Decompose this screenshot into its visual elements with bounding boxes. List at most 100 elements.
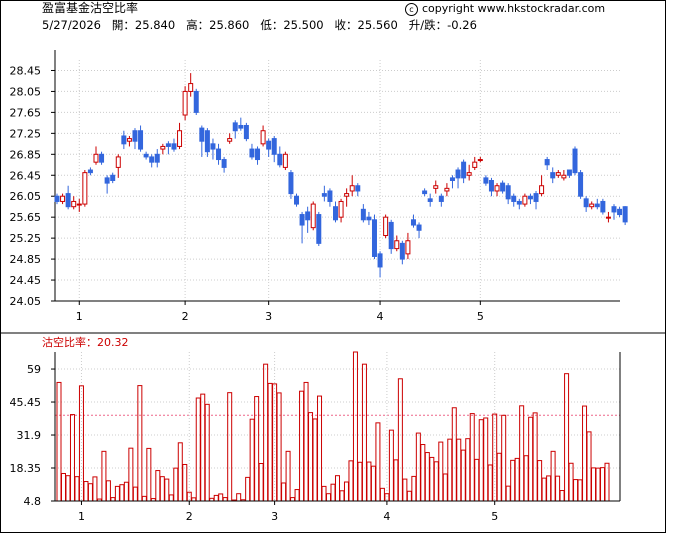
ratio-bar bbox=[397, 378, 403, 502]
candle-body bbox=[232, 122, 238, 132]
candle-body bbox=[333, 206, 338, 221]
candle-body bbox=[533, 193, 539, 202]
ratio-bar bbox=[600, 467, 606, 502]
candle-body bbox=[126, 138, 132, 142]
ratio-bar bbox=[267, 382, 273, 502]
price-y-tick-label: 24.45 bbox=[10, 274, 42, 287]
ratio-x-tick-label: 2 bbox=[186, 510, 193, 523]
candle-body bbox=[455, 169, 461, 179]
candle-body bbox=[511, 195, 517, 202]
ratio-bar bbox=[164, 478, 170, 502]
candle-body bbox=[299, 214, 305, 226]
ratio-bar bbox=[213, 494, 219, 502]
ratio-bar bbox=[227, 392, 233, 502]
candle-body bbox=[422, 190, 428, 195]
ratio-bar bbox=[456, 438, 462, 502]
ratio-bar bbox=[429, 456, 435, 502]
candle-body bbox=[550, 172, 556, 179]
candle-body bbox=[76, 203, 82, 206]
candle-body bbox=[344, 193, 350, 197]
ratio-y-tick-label: 31.9 bbox=[17, 429, 42, 442]
ratio-bar bbox=[505, 485, 511, 502]
candle-body bbox=[500, 182, 506, 192]
ratio-bar bbox=[559, 490, 565, 502]
ratio-bar bbox=[204, 403, 210, 502]
ratio-bar bbox=[56, 381, 62, 502]
ratio-bar bbox=[573, 479, 579, 502]
candle-body bbox=[60, 195, 66, 202]
ratio-bar bbox=[312, 418, 318, 502]
ratio-y-tick-label: 4.8 bbox=[24, 495, 42, 508]
candle-body bbox=[516, 200, 522, 205]
ratio-bar bbox=[402, 478, 408, 502]
ratio-bar bbox=[523, 455, 529, 502]
candle-body bbox=[583, 198, 589, 208]
ratio-y-tick-label: 45.45 bbox=[10, 396, 42, 409]
ratio-bar bbox=[514, 457, 520, 502]
candle-body bbox=[444, 187, 450, 192]
candle-body bbox=[360, 208, 366, 221]
ratio-bar bbox=[460, 449, 466, 502]
candle-body bbox=[605, 216, 611, 219]
candle-body bbox=[327, 190, 333, 202]
ratio-bar bbox=[406, 490, 412, 502]
ratio-bar bbox=[128, 447, 134, 502]
ratio-bar bbox=[177, 442, 183, 502]
ratio-bar bbox=[87, 483, 93, 502]
price-y-tick-label: 27.25 bbox=[10, 127, 42, 140]
ratio-bar bbox=[519, 405, 525, 502]
ratio-bar bbox=[155, 470, 161, 502]
candle-body bbox=[132, 130, 138, 142]
price-x-tick-label: 1 bbox=[76, 310, 83, 323]
ratio-bar bbox=[168, 494, 174, 502]
candle-body bbox=[143, 153, 149, 158]
ratio-bar bbox=[132, 486, 138, 502]
candle-body bbox=[539, 185, 545, 195]
ratio-bar bbox=[465, 438, 471, 502]
price-y-tick-label: 24.05 bbox=[10, 295, 42, 308]
candle-body bbox=[600, 200, 606, 213]
ratio-bar bbox=[173, 467, 179, 502]
candle-body bbox=[433, 185, 439, 189]
ratio-bar bbox=[591, 467, 597, 502]
price-y-tick-label: 27.65 bbox=[10, 106, 42, 119]
ratio-x-tick-label: 1 bbox=[78, 510, 85, 523]
price-y-tick-label: 26.85 bbox=[10, 148, 42, 161]
candle-body bbox=[416, 224, 422, 231]
candle-body bbox=[277, 153, 283, 166]
candle-body bbox=[110, 174, 116, 181]
ratio-bar bbox=[586, 431, 592, 502]
candle-body bbox=[177, 130, 183, 147]
candle-body bbox=[427, 198, 433, 202]
ratio-bar bbox=[546, 475, 552, 502]
candle-body bbox=[410, 219, 416, 226]
candle-body bbox=[355, 185, 361, 192]
ratio-bar bbox=[60, 472, 66, 502]
ratio-bar bbox=[348, 460, 354, 502]
candle-body bbox=[266, 140, 272, 150]
candle-body bbox=[617, 208, 623, 216]
ratio-bar bbox=[290, 497, 296, 502]
candle-body bbox=[65, 193, 71, 208]
ratio-bar bbox=[330, 483, 336, 502]
ratio-bar bbox=[451, 407, 457, 502]
candle-body bbox=[494, 185, 500, 192]
ratio-y-tick-label: 18.35 bbox=[10, 462, 42, 475]
candle-body bbox=[544, 159, 550, 166]
price-y-tick-label: 26.45 bbox=[10, 169, 42, 182]
ratio-bar bbox=[123, 481, 129, 502]
candle-body bbox=[104, 177, 110, 184]
candle-body bbox=[305, 211, 311, 221]
ratio-bar bbox=[532, 412, 538, 502]
ratio-bar bbox=[393, 459, 399, 502]
candle-body bbox=[399, 242, 405, 260]
candle-body bbox=[483, 177, 489, 184]
candle-body bbox=[210, 143, 216, 150]
candle-body bbox=[566, 169, 572, 176]
ratio-bar bbox=[483, 417, 489, 502]
candle-body bbox=[54, 195, 60, 202]
candle-body bbox=[138, 130, 144, 150]
ratio-bar bbox=[361, 363, 367, 502]
ratio-bar bbox=[218, 493, 224, 502]
candle-body bbox=[271, 138, 277, 155]
